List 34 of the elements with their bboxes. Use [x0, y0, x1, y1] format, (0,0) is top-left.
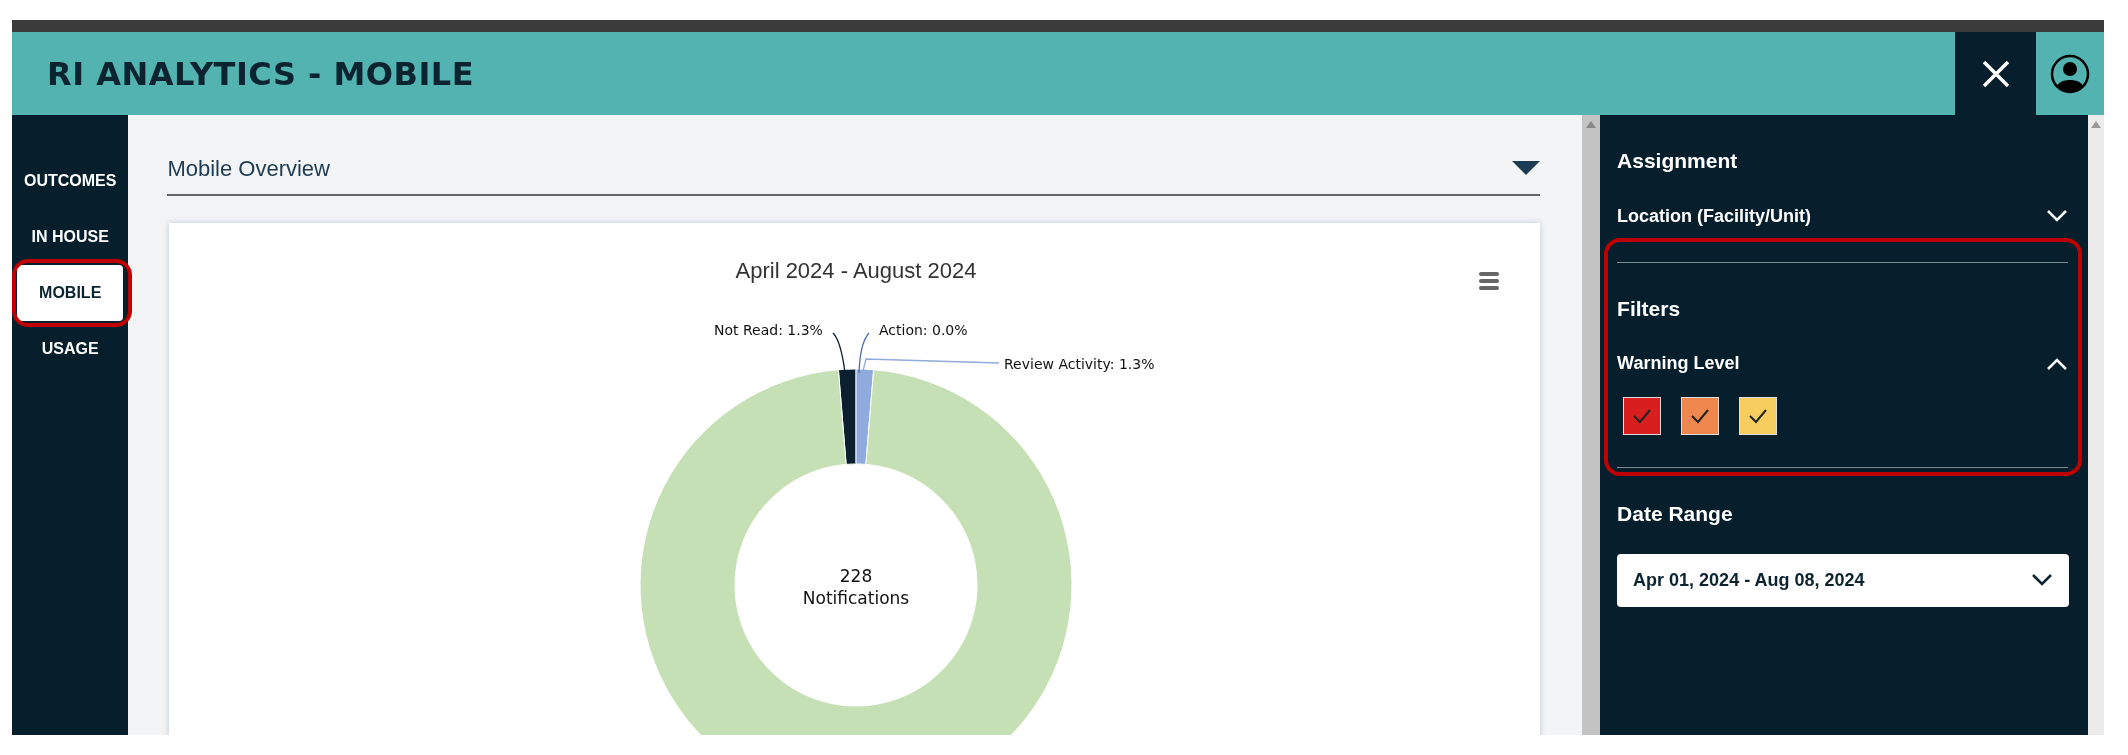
filter-dropdown[interactable]: Warning Level	[1617, 324, 2069, 377]
warning-level-checkbox[interactable]	[1739, 397, 1778, 435]
section-title: Filters	[1617, 295, 1682, 322]
nav-item[interactable]: MOBILE	[17, 265, 124, 321]
date-range-dropdown[interactable]: Apr 01, 2024 - Aug 08, 2024	[1617, 553, 2070, 607]
total-count: 228	[840, 566, 873, 586]
app-title: RI ANALYTICS - MOBILE	[47, 53, 476, 95]
data-label: Not Read: 1.3%	[714, 322, 824, 338]
chart-title: April 2024 - August 2024	[735, 258, 977, 283]
view-dropdown[interactable]: Mobile Overview	[167, 152, 1541, 196]
check-icon	[1748, 408, 1769, 424]
chevron-down-icon	[2031, 573, 2054, 587]
warning-level-checkbox[interactable]	[1681, 397, 1720, 435]
nav-item[interactable]: OUTCOMES	[17, 153, 124, 209]
data-label: Action: 0.0%	[879, 322, 968, 338]
total-label: Notifications	[803, 588, 910, 608]
close-icon	[1980, 58, 2011, 89]
check-icon	[1690, 408, 1711, 424]
section-title: Date Range	[1617, 501, 1734, 527]
user-icon	[2050, 53, 2090, 94]
filter-dropdown[interactable]: Location (Facility/Unit)	[1617, 176, 2069, 230]
nav-item[interactable]: USAGE	[17, 321, 124, 377]
close-button[interactable]	[1955, 32, 2036, 115]
section-title: Assignment	[1617, 148, 1739, 174]
nav-item[interactable]: IN HOUSE	[17, 209, 124, 265]
warning-level-checkbox[interactable]	[1623, 397, 1662, 435]
scroll-up-icon	[2091, 121, 2102, 128]
scrollbar[interactable]	[2088, 115, 2104, 735]
scroll-up-icon	[1586, 121, 1597, 128]
dropdown-triangle-icon	[1512, 161, 1541, 175]
data-label: Review Activity: 1.3%	[1004, 356, 1155, 372]
scrollbar[interactable]	[1582, 115, 1601, 735]
check-icon	[1632, 408, 1653, 424]
chart-menu-icon[interactable]	[1479, 272, 1500, 290]
